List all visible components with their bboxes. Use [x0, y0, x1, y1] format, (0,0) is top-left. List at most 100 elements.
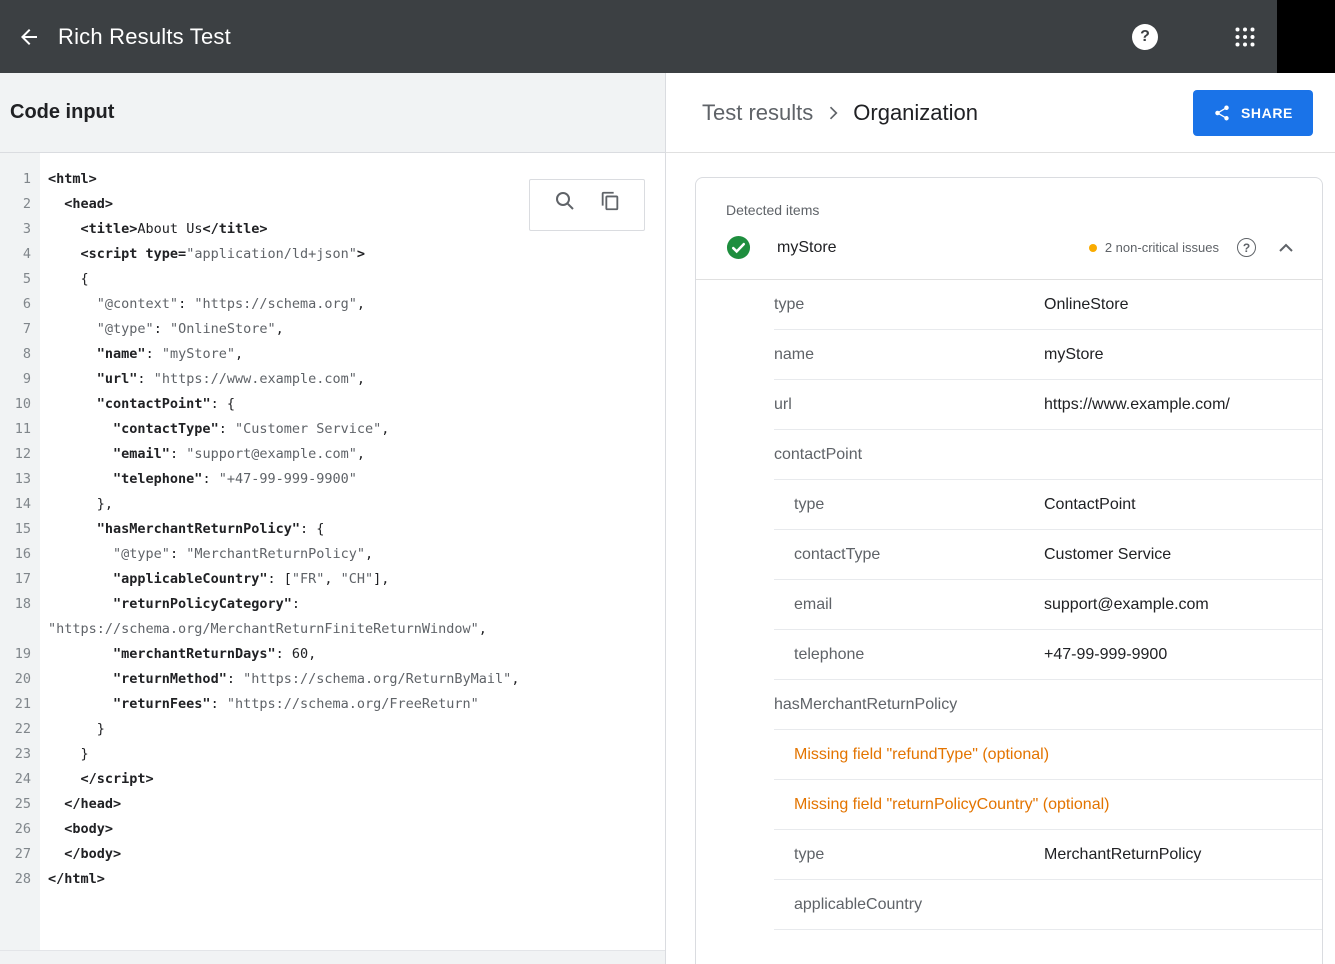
code-line: 10 "contactPoint": {	[0, 392, 665, 417]
row-value: support@example.com	[1044, 596, 1209, 614]
row-value: https://www.example.com/	[1044, 396, 1230, 414]
row-label: type	[794, 496, 1044, 514]
main-split: Code input 1<html>2 <head>3 <title>About…	[0, 73, 1335, 964]
search-code-button[interactable]	[553, 189, 577, 222]
app-title: Rich Results Test	[58, 24, 231, 50]
code-line-content: "url": "https://www.example.com",	[40, 367, 665, 392]
code-line-content: <body>	[40, 817, 665, 842]
result-row-warning[interactable]: Missing field "refundType" (optional)	[774, 730, 1322, 780]
code-line-content: </body>	[40, 842, 665, 867]
line-number: 14	[0, 492, 40, 517]
row-value: OnlineStore	[1044, 296, 1129, 314]
row-label: contactType	[794, 546, 1044, 564]
row-value: MerchantReturnPolicy	[1044, 846, 1201, 864]
row-label: email	[794, 596, 1044, 614]
code-lines: 1<html>2 <head>3 <title>About Us</title>…	[0, 167, 665, 892]
code-line-content: {	[40, 267, 665, 292]
code-line: 15 "hasMerchantReturnPolicy": {	[0, 517, 665, 542]
code-line-content: }	[40, 717, 665, 742]
row-label: url	[774, 396, 1044, 414]
breadcrumb-organization: Organization	[853, 100, 978, 126]
breadcrumb-test-results[interactable]: Test results	[702, 100, 813, 126]
code-editor[interactable]: 1<html>2 <head>3 <title>About Us</title>…	[0, 153, 665, 950]
line-number: 3	[0, 217, 40, 242]
result-row-warning[interactable]: Missing field "returnPolicyCountry" (opt…	[774, 780, 1322, 830]
line-number: 18	[0, 592, 40, 642]
issue-dot-icon	[1089, 244, 1097, 252]
help-button[interactable]: ?	[1121, 13, 1169, 61]
code-line: 28</html>	[0, 867, 665, 892]
code-line: 26 <body>	[0, 817, 665, 842]
code-input-header: Code input	[0, 73, 665, 153]
code-input-panel: Code input 1<html>2 <head>3 <title>About…	[0, 73, 666, 964]
apps-grid-icon	[1233, 25, 1257, 49]
share-button-label: SHARE	[1241, 105, 1293, 121]
result-row-pair: telephone+47-99-999-9900	[774, 630, 1322, 680]
help-icon: ?	[1132, 24, 1158, 50]
code-line: 20 "returnMethod": "https://schema.org/R…	[0, 667, 665, 692]
code-line-content: "email": "support@example.com",	[40, 442, 665, 467]
detected-items-card: Detected items myStore 2 non-critical is…	[695, 177, 1323, 964]
collapse-item-button[interactable]	[1274, 236, 1298, 260]
code-line: 16 "@type": "MerchantReturnPolicy",	[0, 542, 665, 567]
detected-item-header[interactable]: myStore 2 non-critical issues ?	[720, 218, 1298, 279]
code-line-content: "@type": "OnlineStore",	[40, 317, 665, 342]
line-number: 27	[0, 842, 40, 867]
line-number: 22	[0, 717, 40, 742]
code-line-content: "telephone": "+47-99-999-9900"	[40, 467, 665, 492]
code-line: 18 "returnPolicyCategory": "https://sche…	[0, 592, 665, 642]
code-line-content: "@type": "MerchantReturnPolicy",	[40, 542, 665, 567]
line-number: 2	[0, 192, 40, 217]
line-number: 24	[0, 767, 40, 792]
line-number: 23	[0, 742, 40, 767]
row-value: ContactPoint	[1044, 496, 1136, 514]
line-number: 9	[0, 367, 40, 392]
results-body: Detected items myStore 2 non-critical is…	[666, 153, 1335, 964]
line-number: 8	[0, 342, 40, 367]
detected-item-rows: typeOnlineStorenamemyStoreurlhttps://www…	[774, 280, 1322, 930]
row-label: contactPoint	[774, 446, 862, 464]
account-area[interactable]	[1277, 0, 1335, 73]
code-line-content: "contactPoint": {	[40, 392, 665, 417]
result-row-pair: typeMerchantReturnPolicy	[774, 830, 1322, 880]
line-number: 7	[0, 317, 40, 342]
row-label: type	[774, 296, 1044, 314]
valid-check-icon	[726, 235, 751, 260]
line-number: 6	[0, 292, 40, 317]
share-icon	[1213, 104, 1231, 122]
line-number: 1	[0, 167, 40, 192]
code-line: 7 "@type": "OnlineStore",	[0, 317, 665, 342]
search-icon	[553, 189, 577, 213]
line-number: 16	[0, 542, 40, 567]
line-number: 28	[0, 867, 40, 892]
detected-items-head: Detected items myStore 2 non-critical is…	[696, 178, 1322, 280]
back-button[interactable]	[0, 0, 58, 73]
line-number: 5	[0, 267, 40, 292]
code-line-content: </head>	[40, 792, 665, 817]
code-line: 9 "url": "https://www.example.com",	[0, 367, 665, 392]
copy-icon	[599, 190, 621, 212]
code-line: 21 "returnFees": "https://schema.org/Fre…	[0, 692, 665, 717]
issues-count[interactable]: 2 non-critical issues	[1105, 240, 1219, 255]
result-row-group: hasMerchantReturnPolicy	[774, 680, 1322, 730]
row-label: type	[794, 846, 1044, 864]
detected-item-name: myStore	[777, 239, 837, 257]
code-line-content: "hasMerchantReturnPolicy": {	[40, 517, 665, 542]
apps-grid-button[interactable]	[1221, 13, 1269, 61]
code-line: 22 }	[0, 717, 665, 742]
issues-summary: 2 non-critical issues ?	[1089, 236, 1298, 260]
line-number: 25	[0, 792, 40, 817]
code-line: 13 "telephone": "+47-99-999-9900"	[0, 467, 665, 492]
results-header: Test results Organization SHARE	[666, 73, 1335, 153]
code-scrollbar-area[interactable]	[0, 950, 665, 964]
copy-code-button[interactable]	[599, 190, 621, 221]
code-line: 19 "merchantReturnDays": 60,	[0, 642, 665, 667]
code-line: 5 {	[0, 267, 665, 292]
row-value: +47-99-999-9900	[1044, 646, 1167, 664]
share-button[interactable]: SHARE	[1193, 90, 1313, 136]
code-line: 12 "email": "support@example.com",	[0, 442, 665, 467]
issues-help-icon[interactable]: ?	[1237, 238, 1256, 257]
code-line: 17 "applicableCountry": ["FR", "CH"],	[0, 567, 665, 592]
code-line: 4 <script type="application/ld+json">	[0, 242, 665, 267]
code-line: 14 },	[0, 492, 665, 517]
